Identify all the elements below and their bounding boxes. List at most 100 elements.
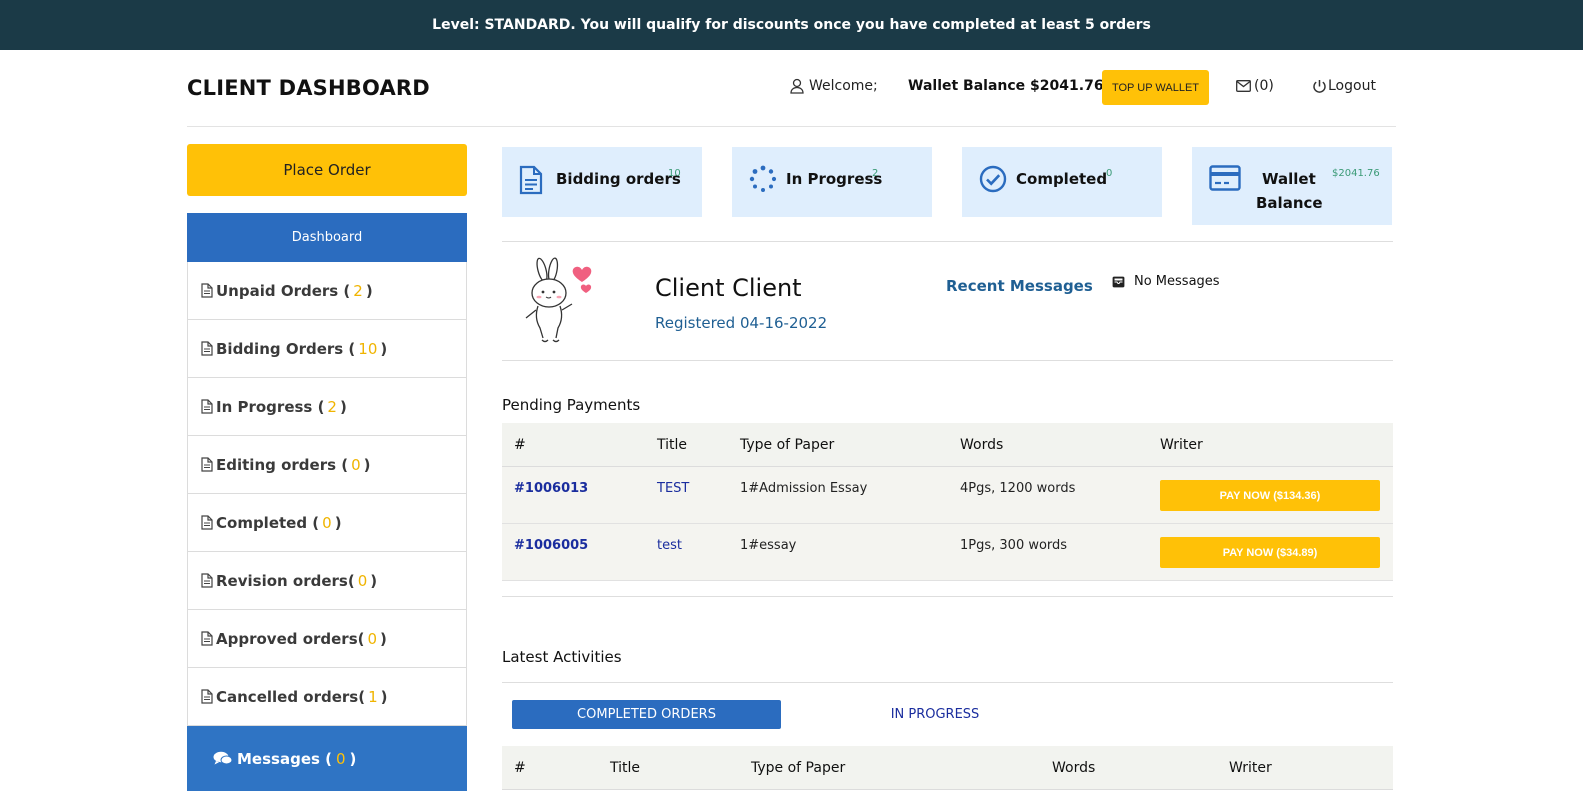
user-icon (790, 78, 804, 94)
logout-link[interactable]: Logout (1312, 78, 1376, 94)
stat-card-in-progress[interactable]: In Progress 2 (732, 147, 932, 217)
envelope-icon (1236, 80, 1251, 92)
word-count: 4Pgs, 1200 words (960, 481, 1076, 496)
tab-completed-orders[interactable]: COMPLETED ORDERS (512, 700, 781, 729)
registered-date: Registered 04-16-2022 (655, 314, 828, 332)
column-header: Title (610, 760, 641, 776)
stat-value: 10 (668, 168, 681, 179)
inbox-count: (0) (1254, 78, 1274, 94)
sidebar-item-label: Bidding Orders ( (216, 339, 356, 358)
sidebar-item-revision-orders[interactable]: Revision orders( 0 ) (188, 552, 466, 610)
pending-payments-table: # Title Type of Paper Words Writer #1006… (502, 423, 1393, 581)
sidebar-item-count: 2 (353, 281, 363, 300)
sidebar-item-close: ) (380, 339, 388, 358)
sidebar-item-messages[interactable]: Messages ( 0 ) (187, 726, 467, 791)
column-header: Type of Paper (740, 437, 835, 453)
sidebar-item-count: 0 (357, 571, 368, 590)
order-title-link[interactable]: TEST (657, 481, 689, 496)
sidebar-item-close: ) (380, 687, 388, 706)
sidebar-item-dashboard[interactable]: Dashboard (187, 213, 467, 262)
paper-type: 1#essay (740, 538, 797, 553)
document-icon (519, 165, 543, 195)
stat-label-line2: Balance (1256, 194, 1323, 212)
order-id-link[interactable]: #1006013 (514, 481, 588, 496)
file-icon (201, 457, 213, 472)
divider (502, 360, 1393, 361)
sidebar-item-label: Cancelled orders( (216, 687, 366, 706)
table-header: # Title Type of Paper Words Writer (502, 746, 1393, 790)
divider (502, 596, 1393, 597)
power-icon (1313, 79, 1326, 93)
pay-now-button[interactable]: PAY NOW ($134.36) (1160, 480, 1380, 511)
wallet-balance-text: Wallet Balance $2041.76 (908, 78, 1104, 94)
sidebar-item-approved-orders[interactable]: Approved orders( 0 ) (188, 610, 466, 668)
spinner-icon (749, 165, 777, 192)
inbox-icon (1112, 276, 1125, 287)
sidebar-item-close: ) (363, 455, 371, 474)
top-navbar: CLIENT DASHBOARD Welcome; Wallet Balance… (187, 50, 1396, 127)
comments-icon (213, 751, 233, 765)
stat-label-line1: Wallet (1262, 170, 1316, 188)
place-order-button[interactable]: Place Order (187, 144, 467, 196)
stat-label: In Progress (786, 170, 883, 188)
dashboard-title: CLIENT DASHBOARD (187, 76, 430, 100)
word-count: 1Pgs, 300 words (960, 538, 1068, 553)
sidebar-item-editing-orders[interactable]: Editing orders ( 0 ) (188, 436, 466, 494)
sidebar-item-label: In Progress ( (216, 397, 325, 416)
sidebar-order-list: Unpaid Orders ( 2 ) Bidding Orders ( 10 … (187, 262, 467, 726)
avatar (525, 257, 592, 343)
sidebar-item-close: ) (365, 281, 373, 300)
sidebar-item-label: Revision orders( (216, 571, 355, 590)
file-icon (201, 515, 213, 530)
column-header: Words (1052, 760, 1096, 776)
level-banner-text: Level: STANDARD. You will qualify for di… (432, 17, 1151, 33)
order-title-link[interactable]: test (657, 538, 682, 553)
column-header: Writer (1229, 760, 1272, 776)
file-icon (201, 399, 213, 414)
file-icon (201, 341, 213, 356)
recent-messages-heading: Recent Messages (946, 277, 1093, 295)
tab-in-progress[interactable]: IN PROGRESS (860, 700, 1010, 729)
stat-card-bidding[interactable]: Bidding orders 10 (502, 147, 702, 217)
messages-count: 0 (336, 749, 346, 768)
check-circle-icon (979, 165, 1007, 193)
sidebar-item-unpaid-orders[interactable]: Unpaid Orders ( 2 ) (188, 262, 466, 320)
messages-label: Messages ( (237, 749, 332, 768)
messages-close: ) (349, 749, 357, 768)
sidebar-item-count: 0 (351, 455, 361, 474)
sidebar-item-label: Unpaid Orders ( (216, 281, 351, 300)
logout-label: Logout (1328, 78, 1376, 94)
sidebar-item-bidding-orders[interactable]: Bidding Orders ( 10 ) (188, 320, 466, 378)
divider (502, 682, 1393, 683)
pending-payments-title: Pending Payments (502, 396, 641, 414)
sidebar-item-completed[interactable]: Completed ( 0 ) (188, 494, 466, 552)
welcome-user[interactable]: Welcome; (790, 78, 878, 94)
top-up-wallet-button[interactable]: TOP UP WALLET (1102, 70, 1209, 105)
welcome-label: Welcome; (809, 78, 878, 94)
activities-table: # Title Type of Paper Words Writer (502, 746, 1393, 790)
stat-value: $2041.76 (1332, 168, 1380, 179)
column-header: # (514, 437, 526, 453)
stat-label: Completed (1016, 170, 1108, 188)
inbox-link[interactable]: (0) (1236, 78, 1274, 94)
sidebar-item-close: ) (334, 513, 342, 532)
sidebar-item-count: 1 (368, 687, 378, 706)
stat-card-completed[interactable]: Completed 0 (962, 147, 1162, 217)
stat-card-wallet[interactable]: Wallet Balance $2041.76 (1192, 147, 1392, 225)
pay-now-button[interactable]: PAY NOW ($34.89) (1160, 537, 1380, 568)
sidebar-item-label: Approved orders( (216, 629, 365, 648)
order-id-link[interactable]: #1006005 (514, 538, 588, 553)
sidebar-item-count: 10 (358, 339, 378, 358)
column-header: Type of Paper (751, 760, 846, 776)
no-messages-label: No Messages (1134, 274, 1220, 289)
sidebar-item-count: 0 (322, 513, 332, 532)
client-name: Client Client (655, 274, 802, 302)
sidebar-item-in-progress[interactable]: In Progress ( 2 ) (188, 378, 466, 436)
file-icon (201, 689, 213, 704)
level-banner: Level: STANDARD. You will qualify for di… (0, 0, 1583, 50)
column-header: # (514, 760, 526, 776)
sidebar-item-close: ) (339, 397, 347, 416)
sidebar-item-close: ) (370, 571, 378, 590)
sidebar-item-count: 0 (367, 629, 378, 648)
sidebar-item-cancelled-orders[interactable]: Cancelled orders( 1 ) (188, 668, 466, 726)
